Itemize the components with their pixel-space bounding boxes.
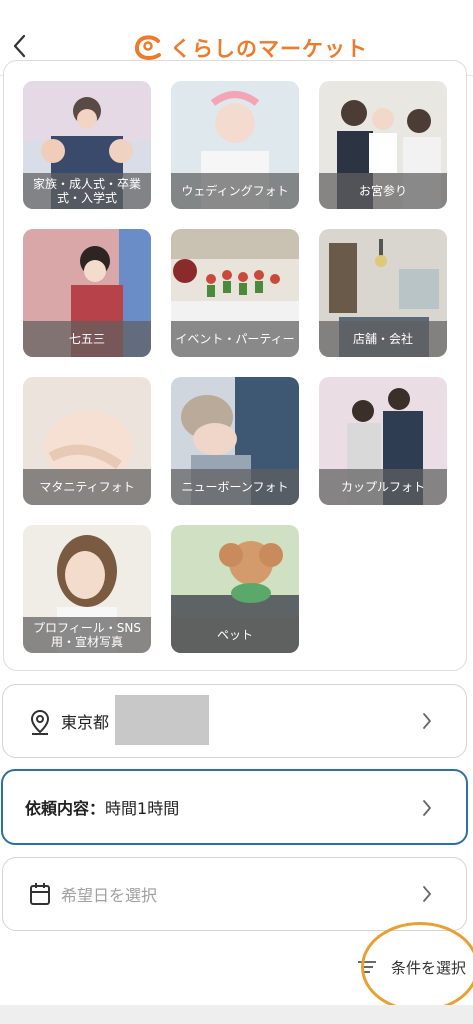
tile-caption: ウェディングフォト <box>171 173 299 209</box>
logo-mark-icon <box>135 35 161 61</box>
request-label-text: 依頼内容： <box>25 799 106 818</box>
tile-caption: ペット <box>171 617 299 653</box>
calendar-icon <box>30 883 50 905</box>
chevron-right-icon <box>423 713 431 729</box>
request-value: 時間1時間 <box>105 799 180 818</box>
tile-caption: カップルフォト <box>319 469 447 505</box>
chevron-right-icon <box>423 800 431 816</box>
tile-caption: 家族・成人式・卒業式・入学式 <box>23 173 151 209</box>
request-selector[interactable]: 依頼内容： 時間1時間 <box>1 769 468 845</box>
chevron-right-icon <box>423 886 431 902</box>
category-tile-profile[interactable]: プロフィール・SNS用・宣材写真 <box>23 525 151 653</box>
tile-caption: 店舗・会社 <box>319 321 447 357</box>
tile-caption: 七五三 <box>23 321 151 357</box>
category-tile-shichigosan[interactable]: 七五三 <box>23 229 151 357</box>
location-value: 東京都 <box>61 713 110 732</box>
tile-caption: イベント・パーティー <box>171 321 299 357</box>
redacted-area <box>115 695 209 745</box>
request-label: 依頼内容： 時間1時間 <box>25 771 179 843</box>
category-tile-newborn[interactable]: ニューボーンフォト <box>171 377 299 505</box>
category-tile-maternity[interactable]: マタニティフォト <box>23 377 151 505</box>
location-pin-icon <box>30 709 50 735</box>
category-tile-store[interactable]: 店舗・会社 <box>319 229 447 357</box>
category-tile-omiyamairi[interactable]: お宮参り <box>319 81 447 209</box>
category-tile-wedding[interactable]: ウェディングフォト <box>171 81 299 209</box>
category-tile-family[interactable]: 家族・成人式・卒業式・入学式 <box>23 81 151 209</box>
tile-caption: ニューボーンフォト <box>171 469 299 505</box>
category-tile-pet[interactable]: ペット <box>171 525 299 653</box>
category-tile-event[interactable]: イベント・パーティー <box>171 229 299 357</box>
category-grid: 家族・成人式・卒業式・入学式 ウェディングフォト お宮参り 七五三 イベント・パ… <box>3 60 467 671</box>
logo-text: くらしのマーケット <box>170 37 368 61</box>
location-selector[interactable]: 東京都 <box>2 684 467 758</box>
date-placeholder: 希望日を選択 <box>61 886 158 905</box>
tile-caption: マタニティフォト <box>23 469 151 505</box>
date-selector[interactable]: 希望日を選択 <box>2 857 467 931</box>
category-tile-couple[interactable]: カップルフォト <box>319 377 447 505</box>
tile-caption: プロフィール・SNS用・宣材写真 <box>23 617 151 653</box>
bottom-strip <box>0 1005 473 1024</box>
highlight-circle <box>361 922 473 1012</box>
tile-caption: お宮参り <box>319 173 447 209</box>
